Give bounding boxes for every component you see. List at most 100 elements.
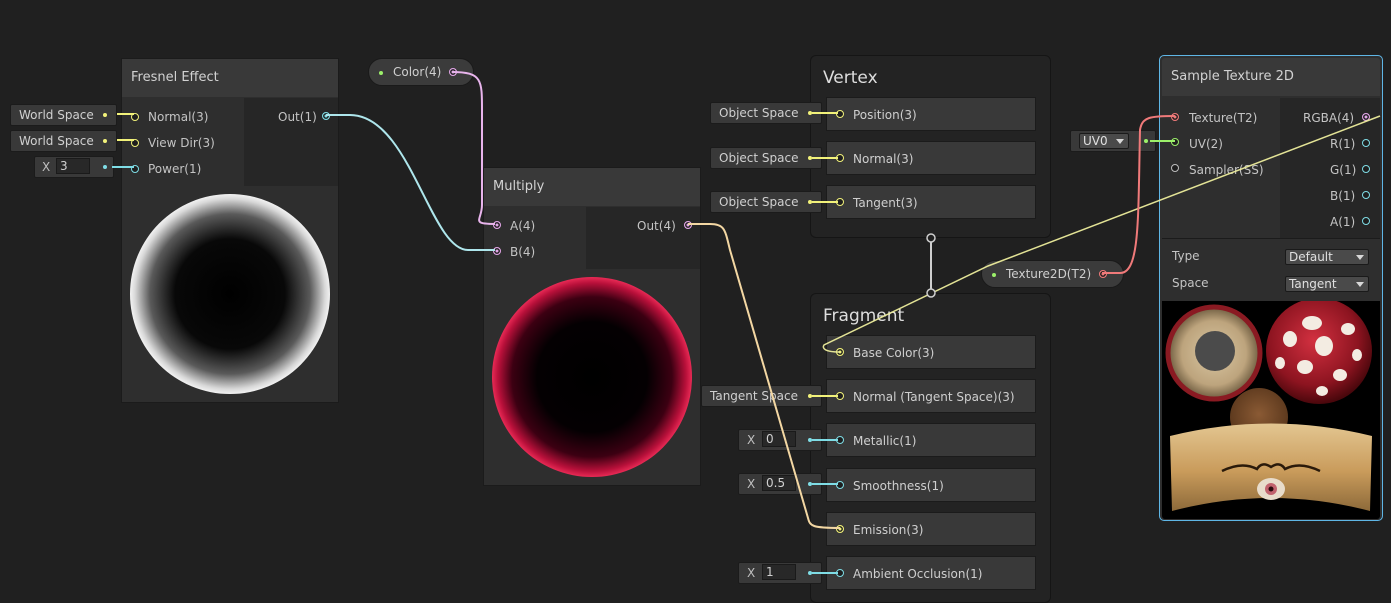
r-output-label: R(1)	[1330, 137, 1356, 151]
position-space-dot	[808, 111, 812, 115]
type-label: Type	[1172, 249, 1200, 263]
type-caret-icon	[1356, 255, 1364, 260]
color-exposed-dot	[379, 71, 383, 75]
multiply-preview	[484, 269, 700, 485]
multiply-a-slot[interactable]	[493, 221, 501, 229]
sample-texture-preview	[1162, 301, 1380, 519]
metallic-slot[interactable]	[836, 436, 844, 444]
vertex-normal-slot[interactable]	[836, 154, 844, 162]
vertex-context[interactable]: Vertex Position(3) Normal(3) Tangent(3)	[810, 55, 1051, 238]
base-color-block[interactable]: Base Color(3)	[826, 335, 1036, 369]
sample-texture-2d-node[interactable]: Sample Texture 2D Texture(T2) UV(2) Samp…	[1159, 55, 1383, 521]
power-dot	[103, 165, 107, 169]
power-value-field[interactable]: 3	[56, 158, 90, 174]
normal-space-dropdown-vertex[interactable]: Object Space	[710, 147, 822, 169]
multiply-b-label: B(4)	[510, 245, 536, 259]
emission-block[interactable]: Emission(3)	[826, 512, 1036, 546]
color-property-node[interactable]: Color(4)	[368, 58, 474, 86]
uv-input-slot[interactable]	[1171, 138, 1179, 146]
texture2d-property-label: Texture2D(T2)	[1006, 267, 1092, 281]
multiply-output-slot[interactable]	[684, 221, 692, 229]
normal-input-slot[interactable]	[131, 113, 139, 121]
fragment-context[interactable]: Fragment Base Color(3) Normal (Tangent S…	[810, 293, 1051, 603]
space-caret-icon	[1356, 282, 1364, 287]
ambient-occlusion-block[interactable]: Ambient Occlusion(1)	[826, 556, 1036, 590]
texture2d-property-node[interactable]: Texture2D(T2)	[981, 260, 1124, 288]
metallic-block[interactable]: Metallic(1)	[826, 423, 1036, 457]
space-label: Space	[1172, 276, 1209, 290]
normal-space-dot-vertex	[808, 156, 812, 160]
a-output-slot[interactable]	[1362, 217, 1370, 225]
wire-fresnel-to-multiply	[326, 114, 495, 251]
viewdir-space-dot	[103, 139, 107, 143]
b-output-slot[interactable]	[1362, 191, 1370, 199]
tangent-space-dot	[808, 200, 812, 204]
multiply-node-title[interactable]: Multiply	[484, 168, 700, 206]
metallic-dot	[808, 438, 812, 442]
mushroom-texture-image	[1165, 301, 1372, 511]
color-output-slot[interactable]	[449, 68, 457, 76]
position-space-dropdown[interactable]: Object Space	[710, 102, 822, 124]
fragment-title: Fragment	[823, 306, 905, 326]
r-output-slot[interactable]	[1362, 139, 1370, 147]
fragment-normal-space-dropdown[interactable]: Tangent Space	[701, 385, 822, 407]
normal-input-label: Normal(3)	[148, 110, 209, 124]
space-dropdown[interactable]: Tangent	[1285, 276, 1369, 292]
occlusion-slot[interactable]	[836, 569, 844, 577]
fresnel-node-title[interactable]: Fresnel Effect	[122, 59, 338, 97]
rgba-output-label: RGBA(4)	[1303, 111, 1355, 125]
tangent-slot[interactable]	[836, 198, 844, 206]
base-color-slot[interactable]	[836, 348, 844, 356]
smoothness-block[interactable]: Smoothness(1)	[826, 468, 1036, 502]
texture2d-output-slot[interactable]	[1099, 270, 1107, 278]
viewdir-input-label: View Dir(3)	[148, 136, 215, 150]
normal-space-dropdown[interactable]: World Space	[10, 104, 117, 126]
vertex-normal-block[interactable]: Normal(3)	[826, 141, 1036, 175]
fresnel-output-slot[interactable]	[322, 112, 330, 120]
uv-channel-select[interactable]: UV0	[1079, 133, 1129, 149]
sampler-input-slot[interactable]	[1171, 164, 1179, 172]
a-output-label: A(1)	[1330, 215, 1356, 229]
color-property-label: Color(4)	[393, 65, 442, 79]
texture2d-exposed-dot	[992, 273, 996, 277]
multiply-output-label: Out(4)	[637, 219, 676, 233]
rgba-output-slot[interactable]	[1362, 113, 1370, 121]
multiply-node[interactable]: Multiply A(4) B(4) Out(4)	[483, 167, 701, 486]
vertex-tangent-block[interactable]: Tangent(3)	[826, 185, 1036, 219]
smoothness-dot	[808, 482, 812, 486]
fresnel-output-label: Out(1)	[278, 110, 317, 124]
fragment-normal-slot[interactable]	[836, 392, 844, 400]
normal-space-dot	[103, 113, 107, 117]
g-output-slot[interactable]	[1362, 165, 1370, 173]
b-output-label: B(1)	[1330, 189, 1356, 203]
uv-input-label: UV(2)	[1189, 137, 1223, 151]
occlusion-value-field[interactable]: 1	[762, 564, 796, 580]
multiply-a-label: A(4)	[510, 219, 536, 233]
power-input-label: Power(1)	[148, 162, 202, 176]
multiply-b-slot[interactable]	[493, 247, 501, 255]
smoothness-value-field[interactable]: 0.5	[762, 475, 796, 491]
position-slot[interactable]	[836, 110, 844, 118]
metallic-value-field[interactable]: 0	[762, 431, 796, 447]
uv-caret-icon	[1116, 139, 1124, 144]
sample-texture-settings: Type Default Space Tangent	[1162, 238, 1380, 301]
power-input-slot[interactable]	[131, 165, 139, 173]
uv-channel-dot	[1144, 139, 1148, 143]
viewdir-input-slot[interactable]	[131, 139, 139, 147]
viewdir-space-dropdown[interactable]: World Space	[10, 130, 117, 152]
smoothness-slot[interactable]	[836, 481, 844, 489]
power-axis-label: X	[42, 160, 51, 174]
type-dropdown[interactable]: Default	[1285, 249, 1369, 265]
sample-texture-title[interactable]: Sample Texture 2D	[1162, 58, 1380, 96]
texture-input-label: Texture(T2)	[1189, 111, 1258, 125]
fresnel-preview	[122, 186, 338, 402]
texture-input-slot[interactable]	[1171, 113, 1179, 121]
emission-slot[interactable]	[836, 525, 844, 533]
g-output-label: G(1)	[1330, 163, 1357, 177]
tangent-space-dropdown[interactable]: Object Space	[710, 191, 822, 213]
fresnel-effect-node[interactable]: Fresnel Effect Normal(3) View Dir(3) Pow…	[121, 58, 339, 403]
vertex-position-block[interactable]: Position(3)	[826, 97, 1036, 131]
occlusion-dot	[808, 571, 812, 575]
fresnel-preview-sphere	[130, 194, 330, 394]
normal-tangent-block[interactable]: Normal (Tangent Space)(3)	[826, 379, 1036, 413]
